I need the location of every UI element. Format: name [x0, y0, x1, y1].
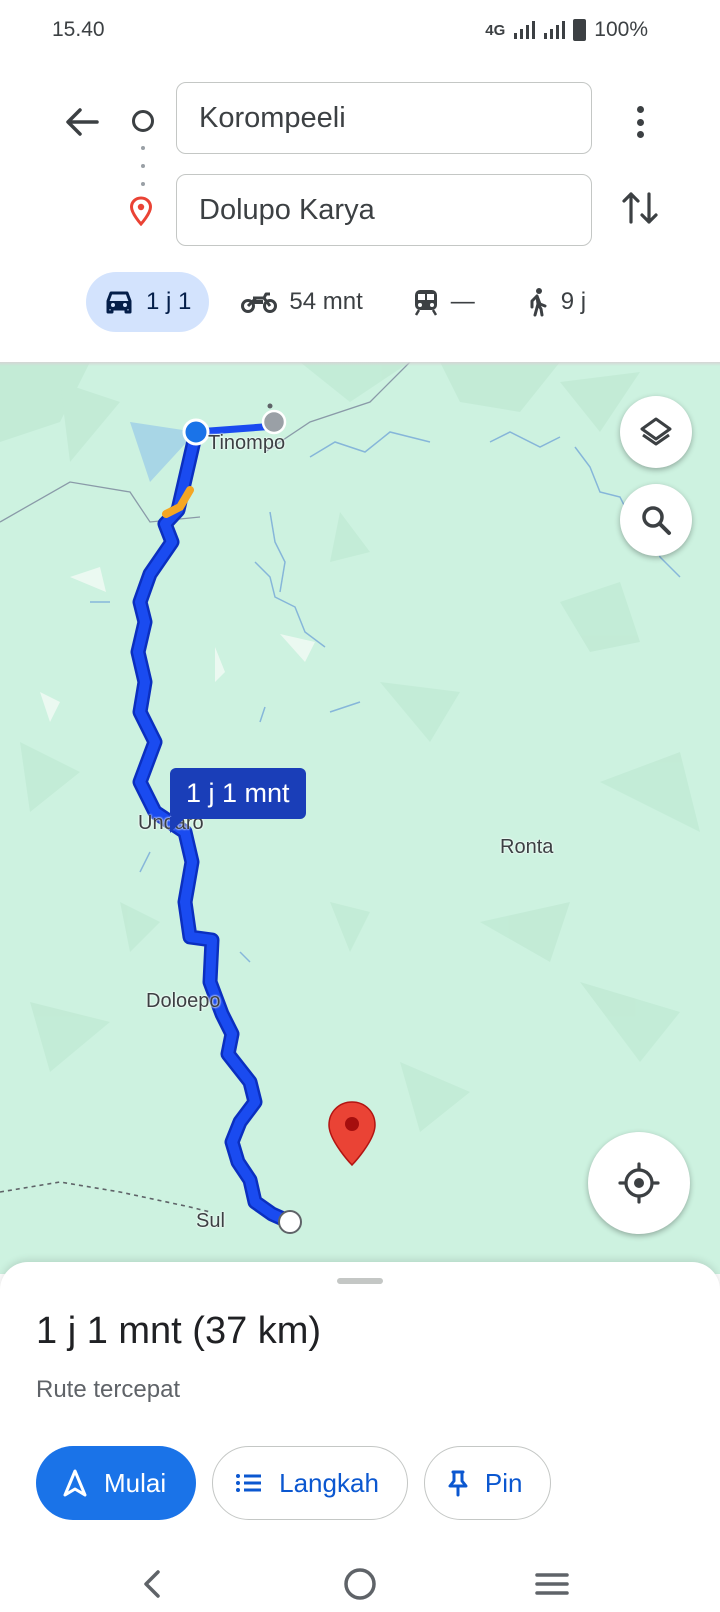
tab-car-label: 1 j 1 [146, 288, 192, 315]
network-type: 4G [485, 21, 506, 39]
walk-icon [530, 288, 547, 317]
layers-button[interactable] [620, 396, 692, 468]
swap-directions-icon[interactable] [618, 186, 662, 230]
route-connector-icon [141, 146, 145, 186]
status-icons: 4G 100% [485, 18, 648, 42]
menu-icon [535, 1573, 569, 1595]
my-location-button[interactable] [588, 1132, 690, 1234]
tab-motorcycle[interactable]: 54 mnt [223, 272, 380, 332]
motorcycle-icon [241, 292, 278, 313]
pushpin-icon [448, 1470, 468, 1497]
route-bottom-sheet[interactable]: 1 j 1 mnt (37 km) Rute tercepat Mulai La… [0, 1262, 720, 1552]
route-subtitle: Rute tercepat [36, 1376, 181, 1403]
place-label: Tinompo [208, 432, 286, 454]
status-bar: 15.40 4G 100% [0, 0, 720, 62]
layers-icon [640, 417, 672, 446]
destination-input[interactable]: Dolupo Karya [176, 174, 592, 246]
nav-home-button[interactable] [336, 1560, 384, 1608]
pin-button-label: Pin [484, 1467, 523, 1498]
header-shadow [0, 362, 720, 366]
pin-button[interactable]: Pin [423, 1446, 552, 1520]
directions-header: Korompeeli Dolupo Karya 1 j 1 54 mnt — 9… [0, 62, 720, 362]
search-icon [642, 506, 671, 535]
origin-circle-icon [132, 110, 154, 132]
steps-button-label: Langkah [279, 1467, 379, 1498]
start-button-label: Mulai [104, 1467, 167, 1498]
nav-recents-button[interactable] [528, 1560, 576, 1608]
tab-transit[interactable]: — [395, 272, 493, 332]
battery-icon [573, 19, 587, 41]
tab-motorcycle-label: 54 mnt [289, 288, 363, 315]
destination-pin-icon [129, 196, 153, 226]
tab-transit-label: — [450, 288, 475, 315]
start-navigation-button[interactable]: Mulai [36, 1446, 197, 1520]
car-icon [106, 291, 132, 314]
train-icon [414, 290, 437, 316]
route-duration-label[interactable]: 1 j 1 mnt [170, 768, 306, 833]
origin-input[interactable]: Korompeeli [176, 82, 592, 154]
battery-level: 100% [594, 18, 648, 41]
chevron-left-icon [144, 1570, 160, 1598]
drag-handle[interactable] [337, 1278, 383, 1284]
tab-walk-label: 9 j [560, 288, 587, 315]
signal-icon [514, 21, 536, 39]
steps-button[interactable]: Langkah [212, 1446, 408, 1520]
signal-icon [544, 21, 566, 39]
status-time: 15.40 [52, 18, 105, 41]
navigation-arrow-icon [63, 1469, 87, 1497]
map-terrain [0, 362, 700, 1234]
more-options-button[interactable] [622, 100, 658, 144]
search-along-route-button[interactable] [620, 484, 692, 556]
place-label: Doloepo [146, 990, 221, 1012]
crosshair-icon [618, 1162, 660, 1204]
tab-walk[interactable]: 9 j [507, 272, 604, 332]
list-icon [236, 1474, 262, 1492]
travel-mode-tabs: 1 j 1 54 mnt — 9 j [86, 272, 618, 332]
system-nav-bar [0, 1552, 720, 1612]
map-view[interactable]: Tinompo Undaro Ronta Doloepo Sul 1 j 1 m… [0, 362, 720, 1274]
route-summary: 1 j 1 mnt (37 km) [36, 1310, 322, 1352]
arrow-left-icon [66, 108, 99, 136]
route-actions: Mulai Langkah Pin [36, 1446, 552, 1520]
tab-car[interactable]: 1 j 1 [86, 272, 210, 332]
back-button[interactable] [58, 98, 106, 146]
place-label: Sul [196, 1210, 225, 1232]
home-circle-icon [344, 1568, 376, 1600]
nav-back-button[interactable] [128, 1560, 176, 1608]
place-label: Ronta [500, 836, 554, 858]
